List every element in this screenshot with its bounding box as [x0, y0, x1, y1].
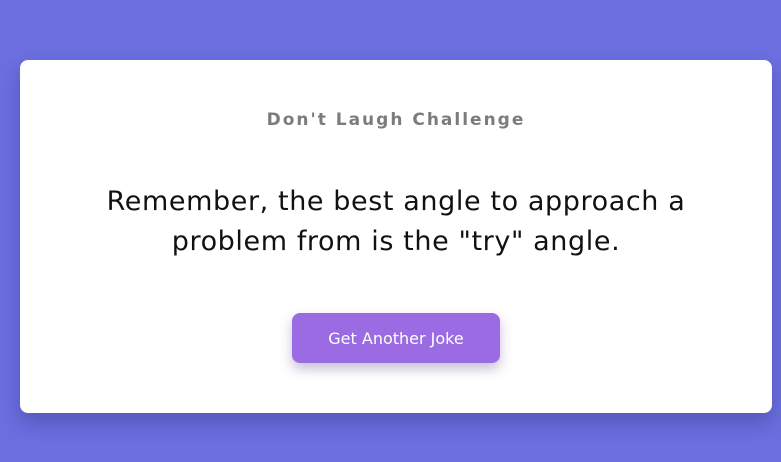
get-another-joke-button[interactable]: Get Another Joke — [292, 313, 500, 363]
joke-text: Remember, the best angle to approach a p… — [106, 186, 686, 257]
card-subtitle: Don't Laugh Challenge — [266, 110, 526, 130]
joke-card: Don't Laugh Challenge Remember, the best… — [20, 60, 772, 413]
